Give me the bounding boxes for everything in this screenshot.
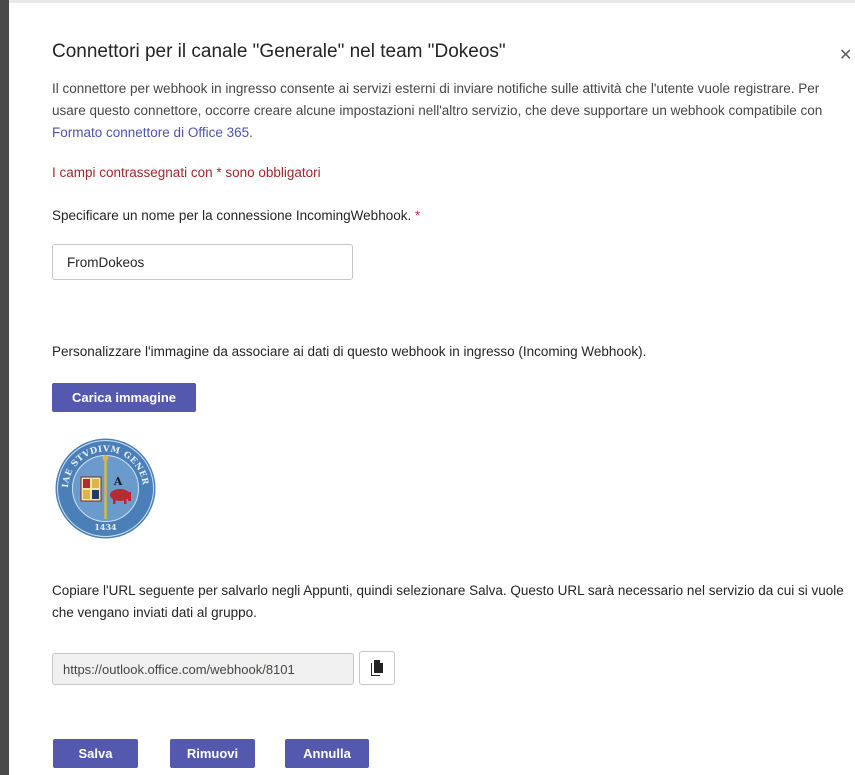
office365-format-link[interactable]: Formato connettore di Office 365	[52, 125, 249, 140]
dialog-title: Connettori per il canale "Generale" nel …	[52, 41, 506, 62]
webhook-url-field[interactable]	[52, 653, 354, 685]
upload-image-button[interactable]: Carica immagine	[52, 383, 196, 412]
image-label: Personalizzare l'immagine da associare a…	[52, 344, 647, 359]
name-label-text: Specificare un nome per la connessione I…	[52, 208, 412, 223]
url-label: Copiare l'URL seguente per salvarlo negl…	[52, 583, 844, 620]
name-label: Specificare un nome per la connessione I…	[52, 208, 420, 223]
required-marker: *	[414, 208, 421, 223]
intro-body: Il connettore per webhook in ingresso co…	[52, 81, 823, 118]
connector-dialog: Connettori per il canale "Generale" nel …	[9, 3, 855, 775]
copy-url-button[interactable]	[359, 651, 395, 685]
copy-icon	[371, 660, 383, 676]
remove-button[interactable]: Rimuovi	[170, 739, 255, 768]
intro-text: Il connettore per webhook in ingresso co…	[52, 78, 844, 144]
intro-end: .	[249, 125, 253, 140]
cancel-button[interactable]: Annulla	[285, 739, 369, 768]
seal-year: 1434	[94, 522, 117, 532]
save-button[interactable]: Salva	[53, 739, 138, 768]
background-window-edge	[0, 0, 9, 775]
connection-name-input[interactable]	[52, 244, 353, 280]
required-fields-note: I campi contrassegnati con * sono obblig…	[52, 165, 321, 180]
close-icon[interactable]: ✕	[839, 48, 852, 64]
seal-letter: A	[113, 475, 123, 488]
university-seal-image: SICIAE STVDIVM GENERALE 1434 A	[54, 437, 156, 539]
